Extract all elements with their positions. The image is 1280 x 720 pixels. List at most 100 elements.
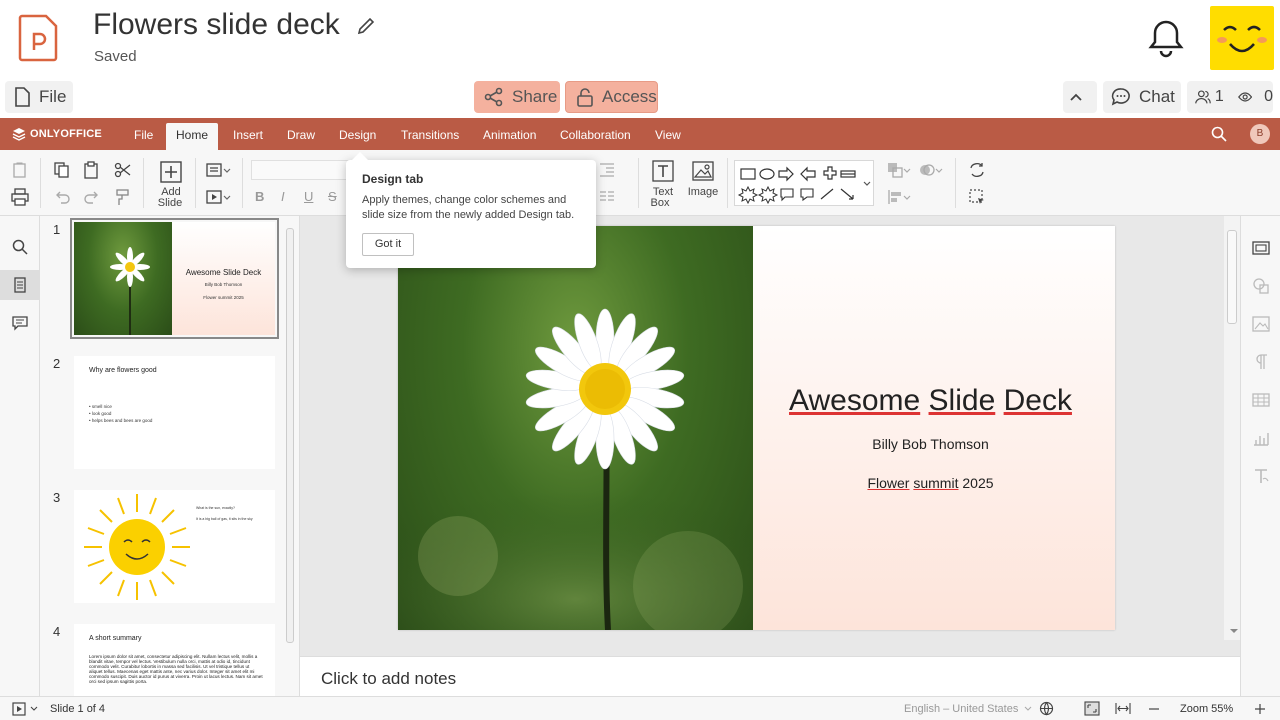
- shapes-gallery[interactable]: [734, 160, 874, 206]
- comments-rail-button[interactable]: [0, 308, 40, 338]
- tab-design[interactable]: Design: [329, 123, 386, 150]
- tab-view[interactable]: View: [645, 123, 691, 150]
- tab-transitions[interactable]: Transitions: [391, 123, 469, 150]
- slide-canvas: Awesome Slide Deck Billy Bob Thomson Flo…: [300, 216, 1240, 656]
- slide-layout-icon[interactable]: [205, 161, 223, 179]
- got-it-button[interactable]: Got it: [362, 233, 414, 256]
- tooltip-arrow: [352, 152, 368, 160]
- zoom-out-icon[interactable]: [1148, 707, 1160, 711]
- image-settings-icon[interactable]: [1252, 315, 1270, 333]
- daisy-photo[interactable]: [398, 226, 753, 630]
- document-title[interactable]: Flowers slide deck: [93, 8, 340, 42]
- text-box-label-2: Box: [650, 197, 670, 209]
- chevron-down-icon[interactable]: [222, 161, 232, 179]
- slide-number: 3: [53, 490, 61, 505]
- tab-insert[interactable]: Insert: [223, 123, 273, 150]
- tab-draw[interactable]: Draw: [277, 123, 325, 150]
- rename-pencil-icon[interactable]: [356, 16, 376, 36]
- app-header: Flowers slide deck Saved File Share Acce…: [0, 0, 1280, 118]
- user-initial-avatar[interactable]: B: [1250, 124, 1270, 144]
- format-painter-icon[interactable]: [114, 188, 132, 206]
- spellcheck-globe-icon[interactable]: [1039, 701, 1054, 716]
- chevron-down-icon[interactable]: [902, 188, 912, 206]
- bold-button[interactable]: B: [255, 190, 264, 203]
- redo-icon[interactable]: [83, 188, 101, 206]
- thumb-3-title: What is the sun, exactly?: [196, 506, 235, 510]
- onlyoffice-logo: ONLYOFFICE: [12, 127, 102, 141]
- columns-icon[interactable]: [598, 188, 616, 206]
- chevron-down-icon[interactable]: [934, 161, 944, 179]
- shape-settings-icon[interactable]: [1252, 277, 1270, 295]
- chevron-up-icon: [1070, 93, 1082, 101]
- sun-illustration-icon: [84, 494, 190, 600]
- chevron-down-icon[interactable]: [30, 705, 38, 713]
- zoom-level[interactable]: Zoom 55%: [1180, 703, 1233, 715]
- tooltip-body: Apply themes, change color schemes and s…: [362, 194, 575, 221]
- print-icon[interactable]: [11, 188, 29, 206]
- text-art-settings-icon[interactable]: [1252, 467, 1270, 485]
- chart-settings-icon[interactable]: [1252, 429, 1270, 447]
- search-rail-button[interactable]: [0, 232, 40, 262]
- share-button-label: Share: [512, 87, 558, 106]
- user-avatar[interactable]: [1210, 6, 1274, 70]
- status-bar: Slide 1 of 4 English – United States Zoo…: [0, 696, 1280, 720]
- copy-icon[interactable]: [53, 161, 71, 179]
- fit-to-slide-icon[interactable]: [1084, 701, 1100, 716]
- thumb-4-title: A short summary: [89, 635, 142, 642]
- slide-thumbnail-2[interactable]: Why are flowers good • smell nice • look…: [74, 356, 275, 469]
- chevron-down-icon[interactable]: [222, 188, 232, 206]
- tab-home[interactable]: Home: [166, 123, 219, 150]
- slide-title[interactable]: Awesome Slide Deck: [753, 384, 1108, 418]
- cut-icon[interactable]: [114, 161, 132, 179]
- replace-icon[interactable]: [968, 161, 986, 179]
- slide-thumbnail-3[interactable]: What is the sun, exactly? It is a big ba…: [74, 490, 275, 603]
- save-status: Saved: [94, 48, 137, 65]
- paste-special-icon[interactable]: [11, 161, 29, 179]
- canvas-vertical-scrollbar[interactable]: [1224, 216, 1240, 640]
- share-button[interactable]: Share: [474, 81, 560, 113]
- scrollbar-thumb[interactable]: [1227, 230, 1237, 324]
- chat-button[interactable]: Chat: [1103, 81, 1181, 113]
- tab-collaboration[interactable]: Collaboration: [550, 123, 641, 150]
- search-icon[interactable]: [1211, 126, 1227, 142]
- slide-number: 1: [53, 222, 61, 237]
- tab-animation[interactable]: Animation: [473, 123, 546, 150]
- thumbnails-scrollbar[interactable]: [286, 228, 294, 643]
- underline-button[interactable]: U: [304, 190, 313, 203]
- table-settings-icon[interactable]: [1252, 391, 1270, 409]
- collapse-header-button[interactable]: [1063, 81, 1097, 113]
- paragraph-settings-icon[interactable]: [1252, 353, 1270, 371]
- participants-button[interactable]: 1 0: [1187, 81, 1273, 113]
- notes-placeholder[interactable]: Click to add notes: [321, 669, 456, 689]
- slide-thumbnail-1[interactable]: Awesome Slide Deck Billy Bob Thomson Flo…: [70, 218, 279, 339]
- access-button[interactable]: Access: [565, 81, 658, 113]
- slides-rail-button[interactable]: [0, 270, 40, 300]
- language-selector[interactable]: English – United States: [904, 703, 1018, 715]
- italic-button[interactable]: I: [281, 190, 285, 203]
- notes-area[interactable]: Click to add notes: [300, 656, 1240, 696]
- smiley-face-icon: [1217, 25, 1267, 53]
- undo-icon[interactable]: [53, 188, 71, 206]
- slide-settings-icon[interactable]: [1252, 239, 1270, 257]
- zoom-in-icon[interactable]: [1254, 703, 1266, 715]
- increase-indent-icon[interactable]: [598, 161, 616, 179]
- slide-author[interactable]: Billy Bob Thomson: [753, 436, 1108, 452]
- chevron-down-icon[interactable]: [902, 161, 912, 179]
- start-slideshow-icon[interactable]: [205, 188, 223, 206]
- current-slide[interactable]: Awesome Slide Deck Billy Bob Thomson Flo…: [398, 226, 1115, 630]
- chevron-down-icon[interactable]: [1024, 705, 1032, 713]
- file-button[interactable]: File: [5, 81, 73, 113]
- add-slide-icon: [160, 161, 182, 183]
- slide-event[interactable]: Flower summit 2025: [753, 475, 1108, 491]
- tab-file[interactable]: File: [124, 123, 163, 150]
- strikethrough-button[interactable]: S: [328, 190, 337, 203]
- notifications-bell-icon[interactable]: [1148, 18, 1184, 58]
- chat-bubble-icon: [1111, 88, 1130, 106]
- scroll-down-arrow-icon[interactable]: [1229, 626, 1239, 636]
- slide-thumbnail-4[interactable]: A short summary Lorem ipsum dolor sit am…: [74, 624, 275, 696]
- paste-icon[interactable]: [83, 161, 101, 179]
- shapes-more-chevron-icon[interactable]: [862, 176, 872, 194]
- play-slideshow-icon[interactable]: [12, 702, 26, 716]
- fit-to-width-icon[interactable]: [1115, 701, 1131, 716]
- select-all-icon[interactable]: [968, 188, 986, 206]
